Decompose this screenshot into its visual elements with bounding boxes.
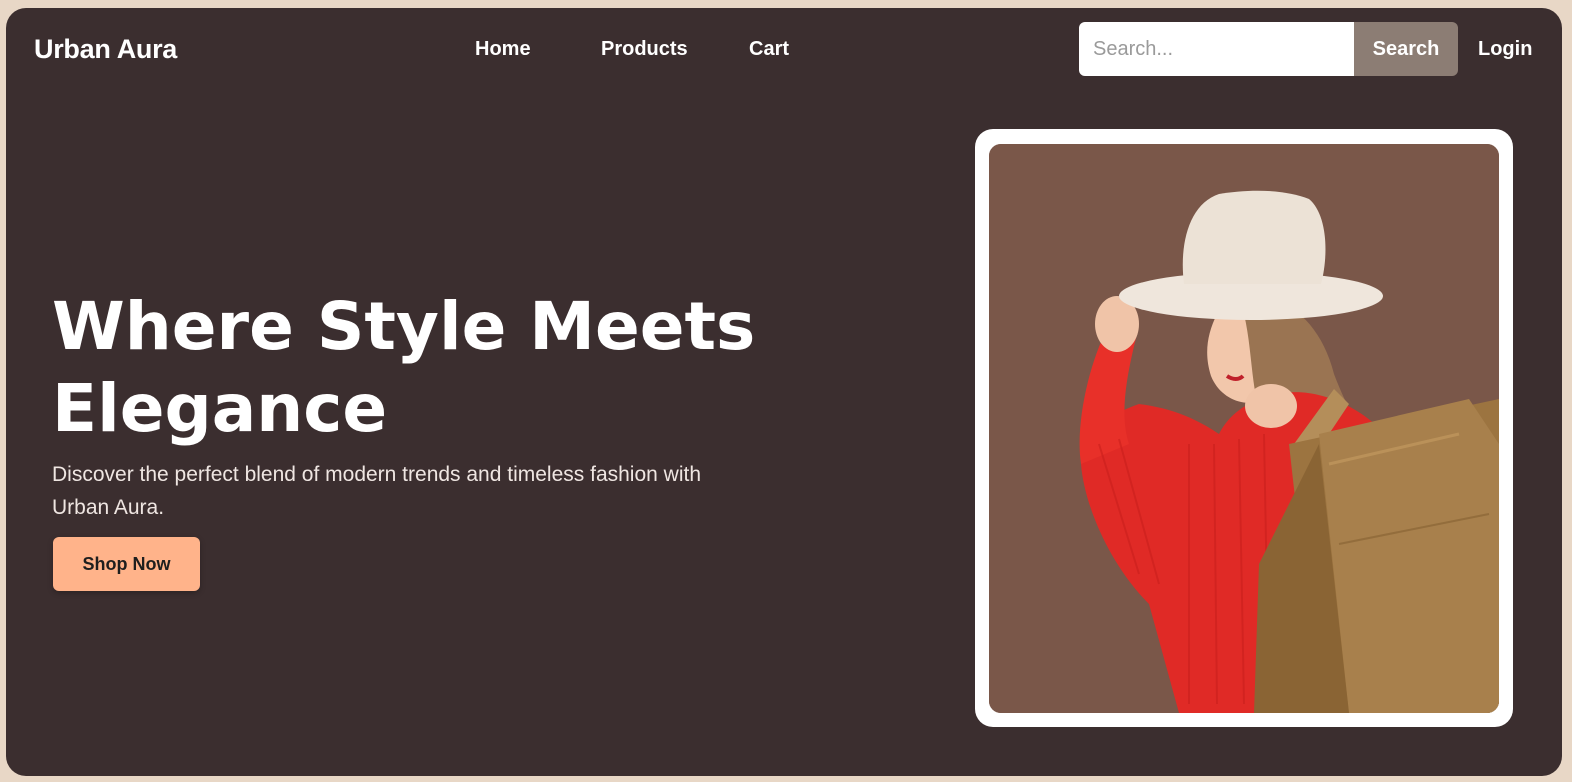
search-bar: Search [1079,22,1458,76]
nav-products-link[interactable]: Products [601,38,688,61]
brand-logo[interactable]: Urban Aura [34,34,177,65]
search-button[interactable]: Search [1354,22,1458,76]
nav-cart-link[interactable]: Cart [749,38,789,61]
hero-image-card [975,129,1513,727]
login-link[interactable]: Login [1478,38,1532,61]
woman-with-shopping-bags-photo [989,144,1499,713]
hero-description: Discover the perfect blend of modern tre… [52,463,702,519]
nav-home-link[interactable]: Home [475,38,531,61]
hero-photo-illustration [989,144,1499,713]
hero-title: Where Style Meets Elegance [52,288,756,447]
search-input[interactable] [1079,22,1354,76]
shop-now-button[interactable]: Shop Now [53,537,200,591]
page-frame: Urban Aura Home Products Cart Search Log… [6,8,1562,776]
